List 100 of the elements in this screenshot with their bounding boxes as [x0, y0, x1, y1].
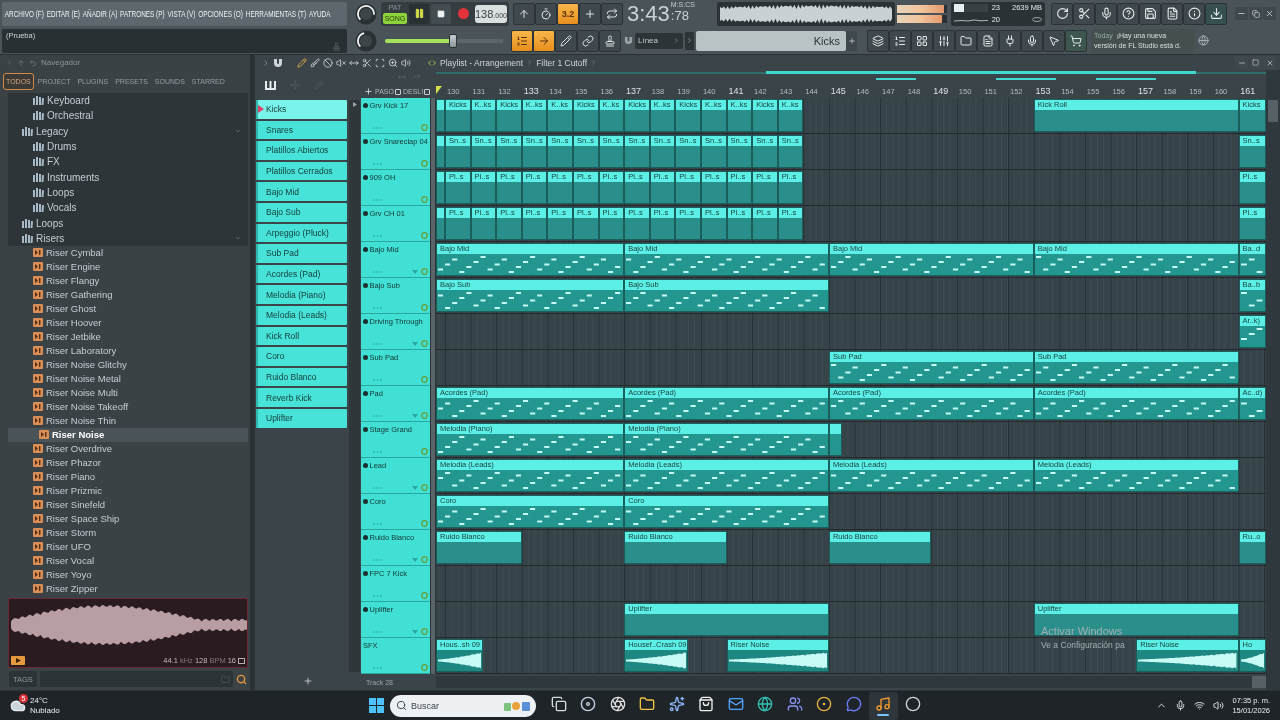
- pattern-item[interactable]: Reverb Kick: [256, 388, 347, 407]
- knob[interactable]: [355, 2, 377, 25]
- grid-button[interactable]: [911, 29, 933, 52]
- pattern-item[interactable]: Melodia (Leads): [256, 305, 347, 325]
- tree-item[interactable]: Riser Cymbal: [8, 245, 248, 260]
- close-button[interactable]: [1263, 56, 1276, 69]
- tree-item[interactable]: Vocals: [8, 200, 248, 216]
- menu-item[interactable]: OPCIONES (O): [198, 8, 243, 19]
- pattern-item[interactable]: Bajo Sub: [256, 202, 347, 222]
- toggle-button[interactable]: [579, 2, 601, 25]
- tags-field[interactable]: [39, 671, 233, 687]
- tree-item[interactable]: Loops: [8, 215, 248, 231]
- search-input[interactable]: Buscar: [411, 700, 500, 711]
- microphone-button[interactable]: [1021, 29, 1043, 52]
- pattern-item[interactable]: Uplifter: [256, 408, 347, 428]
- microphone-icon[interactable]: [1175, 700, 1187, 711]
- checkbox[interactable]: [424, 88, 431, 95]
- minimize-button[interactable]: [1235, 7, 1248, 21]
- pattern-item[interactable]: Sub Pad: [256, 244, 347, 263]
- toggle-button[interactable]: [533, 29, 555, 52]
- tree-item[interactable]: Riser Noise Takeoff: [8, 399, 248, 414]
- pattern-item[interactable]: Melodia (Piano): [256, 285, 347, 304]
- search-button[interactable]: [235, 672, 248, 686]
- tree-item[interactable]: Orchestral: [8, 108, 248, 124]
- mute-icon[interactable]: [336, 57, 346, 68]
- speaker-icon[interactable]: [401, 57, 411, 68]
- toggle-button[interactable]: [555, 29, 577, 52]
- pattern-clip[interactable]: [436, 99, 445, 132]
- list-button[interactable]: [889, 29, 911, 52]
- pattern-item[interactable]: Kicks: [256, 100, 347, 119]
- chevron-right-icon[interactable]: [262, 58, 270, 67]
- pattern-item[interactable]: Coro: [256, 347, 347, 366]
- tree-item[interactable]: Riser Space Ship: [8, 511, 248, 526]
- pause-button[interactable]: [409, 3, 429, 24]
- pattern-item[interactable]: Platillos Abiertos: [256, 141, 347, 160]
- tree-item[interactable]: Riser Vocal: [8, 553, 248, 568]
- toggle-button[interactable]: [601, 2, 623, 25]
- breadcrumb-item[interactable]: Filter 1 Cutoff: [536, 57, 588, 68]
- plus-icon[interactable]: [364, 87, 373, 96]
- pattern-clip[interactable]: [436, 171, 445, 204]
- tree-item[interactable]: Riser Storm: [8, 525, 248, 540]
- snap-selector[interactable]: Línea: [635, 32, 683, 49]
- tree-item[interactable]: FX: [8, 154, 248, 170]
- menu-item[interactable]: ARCHIVO (F): [4, 8, 44, 19]
- pattern-selector[interactable]: Kicks: [696, 30, 846, 51]
- tree-item[interactable]: Riser Noise Multi: [8, 385, 248, 400]
- toggle-button[interactable]: [513, 2, 535, 25]
- menu-item[interactable]: AÑADIR (A): [82, 8, 118, 19]
- tree-item[interactable]: Riser Engine: [8, 259, 248, 274]
- pattern-item[interactable]: Bajo Mid: [256, 182, 347, 201]
- pattern-item[interactable]: Snares: [256, 120, 347, 140]
- tree-item[interactable]: Riser Noise Metal: [8, 371, 248, 386]
- zoom-icon[interactable]: [388, 57, 398, 68]
- tree-item[interactable]: Riser Gathering: [8, 287, 248, 302]
- pointer-button[interactable]: [1043, 29, 1065, 52]
- wifi-icon[interactable]: [1194, 700, 1206, 711]
- knob[interactable]: [355, 29, 377, 52]
- tree-item[interactable]: Riser Ghost: [8, 301, 248, 316]
- taskbar-app[interactable]: [868, 691, 898, 720]
- stop-button[interactable]: [431, 3, 451, 24]
- plug-button[interactable]: [999, 29, 1021, 52]
- scrollbar[interactable]: [1266, 70, 1280, 690]
- toggle-button[interactable]: [511, 29, 533, 52]
- scrollbar[interactable]: [436, 676, 1266, 688]
- pattern-item[interactable]: Kick Roll: [256, 326, 347, 346]
- pencil-icon[interactable]: [297, 57, 307, 68]
- checkbox[interactable]: [394, 88, 401, 95]
- search-bar[interactable]: Buscar: [390, 694, 536, 717]
- tree-item[interactable]: Riser Noise Glitchy: [8, 357, 248, 372]
- cart-button[interactable]: [1065, 29, 1087, 52]
- close-button[interactable]: [1263, 7, 1276, 21]
- scissors-icon[interactable]: [362, 57, 372, 68]
- sliders-button[interactable]: [933, 29, 955, 52]
- help-button[interactable]: [1117, 2, 1139, 25]
- menu-item[interactable]: AYUDA: [308, 8, 331, 19]
- tree-item[interactable]: Riser Yoyo: [8, 567, 248, 582]
- tree-item[interactable]: Riser Hoover: [8, 315, 248, 330]
- play-button[interactable]: [11, 656, 25, 665]
- pattern-item[interactable]: Acordes (Pad): [256, 264, 347, 284]
- menu-item[interactable]: HERRAMIENTAS (T): [245, 8, 307, 19]
- save-button[interactable]: [1139, 2, 1161, 25]
- info-button[interactable]: [1183, 2, 1205, 25]
- pattern-clip[interactable]: [436, 207, 445, 240]
- pattern-item[interactable]: Platillos Cerrados: [256, 161, 347, 181]
- pattern-clip[interactable]: [436, 135, 445, 168]
- tree-item[interactable]: Riser Prizmic: [8, 483, 248, 498]
- scrollbar[interactable]: [349, 100, 360, 672]
- magnet-icon[interactable]: [273, 57, 283, 68]
- slider-thumb[interactable]: [449, 33, 458, 48]
- tree-item[interactable]: Riser UFO: [8, 539, 248, 554]
- tree-item[interactable]: Riser Piano: [8, 469, 248, 484]
- select-icon[interactable]: [375, 57, 385, 68]
- menu-item[interactable]: EDITAR (E): [46, 8, 80, 19]
- toggle-button[interactable]: [535, 2, 557, 25]
- refresh-button[interactable]: [1051, 2, 1073, 25]
- toggle-button[interactable]: [577, 29, 599, 52]
- pattern-item[interactable]: Ruido Blanco: [256, 367, 347, 387]
- tree-item[interactable]: Riser Noise: [8, 427, 248, 442]
- tree-item[interactable]: Instruments: [8, 169, 248, 185]
- restore-button[interactable]: [1249, 7, 1262, 21]
